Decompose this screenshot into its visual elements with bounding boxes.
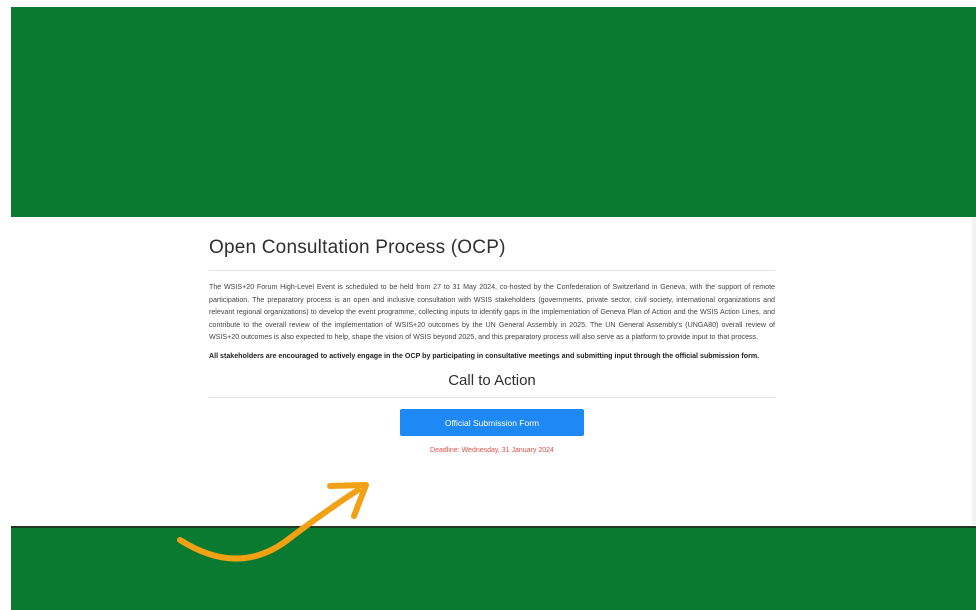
cta-divider	[209, 396, 775, 398]
scrollbar-track	[972, 217, 976, 525]
page-title: Open Consultation Process (OCP)	[209, 237, 506, 258]
bottom-green-banner	[11, 526, 976, 610]
ocp-section: Open Consultation Process (OCP) The WSIS…	[209, 237, 775, 454]
title-divider	[209, 270, 775, 271]
call-to-action-heading: Call to Action	[448, 371, 536, 389]
button-container: Official Submission Form	[209, 408, 775, 436]
top-green-banner	[11, 7, 976, 217]
stakeholder-paragraph: All stakeholders are encouraged to activ…	[209, 351, 760, 360]
intro-paragraph: The WSIS+20 Forum High-Level Event is sc…	[209, 283, 775, 342]
curved-arrow-icon	[177, 482, 369, 562]
official-submission-form-button[interactable]: Official Submission Form	[400, 408, 584, 436]
deadline-text: Deadline: Wednesday, 31 January 2024	[430, 446, 554, 454]
